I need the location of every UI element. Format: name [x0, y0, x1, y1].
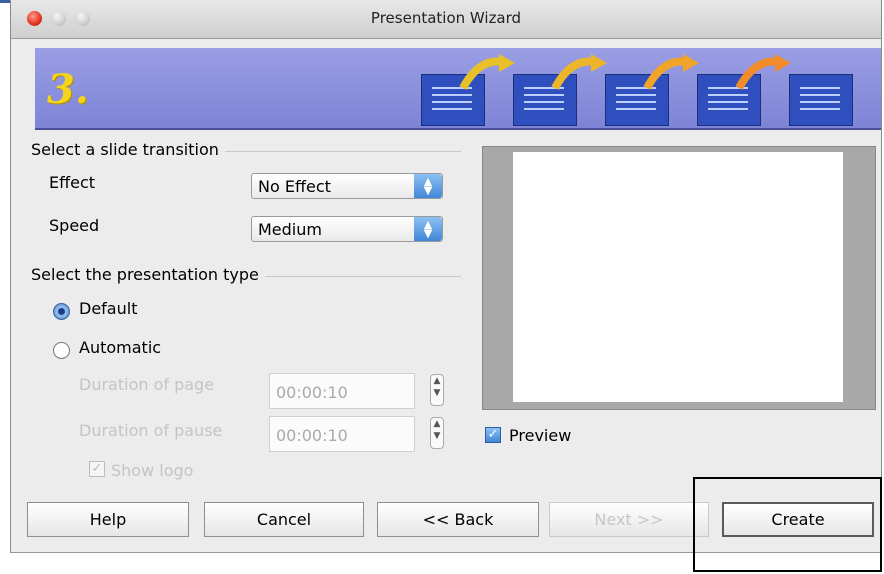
- duration-pause-label: Duration of pause: [79, 421, 223, 440]
- duration-page-value: 00:00:10: [276, 383, 348, 402]
- show-logo-label: Show logo: [111, 461, 194, 480]
- preview-area: [482, 146, 876, 410]
- step-banner: 3.: [35, 48, 881, 130]
- effect-label: Effect: [49, 173, 96, 192]
- spin-icon[interactable]: ▲ ▼: [430, 374, 444, 406]
- wizard-window: Presentation Wizard 3. Select a slide tr…: [10, 0, 882, 552]
- type-section-label: Select the presentation type: [31, 265, 265, 284]
- speed-select-value: Medium: [258, 220, 322, 239]
- title-bar[interactable]: Presentation Wizard: [11, 0, 881, 39]
- duration-pause-field[interactable]: 00:00:10: [269, 416, 415, 452]
- default-radio[interactable]: [53, 303, 70, 320]
- up-down-arrows-icon: ▲ ▼: [414, 217, 442, 241]
- automatic-radio-label: Automatic: [79, 338, 162, 357]
- arrow-icon: [643, 54, 699, 90]
- step-number: 3.: [47, 66, 89, 113]
- preview-slide: [513, 152, 843, 402]
- cancel-button[interactable]: Cancel: [204, 502, 364, 537]
- speed-select[interactable]: Medium ▲ ▼: [251, 216, 443, 242]
- next-button[interactable]: Next >>: [549, 502, 709, 537]
- show-logo-checkbox[interactable]: ✓: [89, 461, 105, 477]
- transition-section-label: Select a slide transition: [31, 140, 225, 159]
- slide-icon: [789, 74, 853, 126]
- duration-page-field[interactable]: 00:00:10: [269, 373, 415, 409]
- duration-page-label: Duration of page: [79, 375, 215, 394]
- duration-pause-value: 00:00:10: [276, 426, 348, 445]
- effect-select[interactable]: No Effect ▲ ▼: [251, 173, 443, 199]
- spin-icon[interactable]: ▲ ▼: [430, 417, 444, 449]
- create-button[interactable]: Create: [722, 502, 874, 537]
- back-button[interactable]: << Back: [377, 502, 539, 537]
- preview-label: Preview: [509, 426, 572, 445]
- effect-select-value: No Effect: [258, 177, 331, 196]
- arrow-icon: [551, 54, 607, 90]
- automatic-radio[interactable]: [53, 342, 70, 359]
- window-bottom-edge: [10, 552, 881, 553]
- arrow-icon: [735, 54, 791, 90]
- default-radio-label: Default: [79, 299, 138, 318]
- help-button[interactable]: Help: [27, 502, 189, 537]
- preview-checkbox[interactable]: ✓: [485, 427, 501, 443]
- window-title: Presentation Wizard: [370, 9, 522, 27]
- speed-label: Speed: [49, 216, 100, 235]
- arrow-icon: [459, 54, 515, 90]
- up-down-arrows-icon: ▲ ▼: [414, 174, 442, 198]
